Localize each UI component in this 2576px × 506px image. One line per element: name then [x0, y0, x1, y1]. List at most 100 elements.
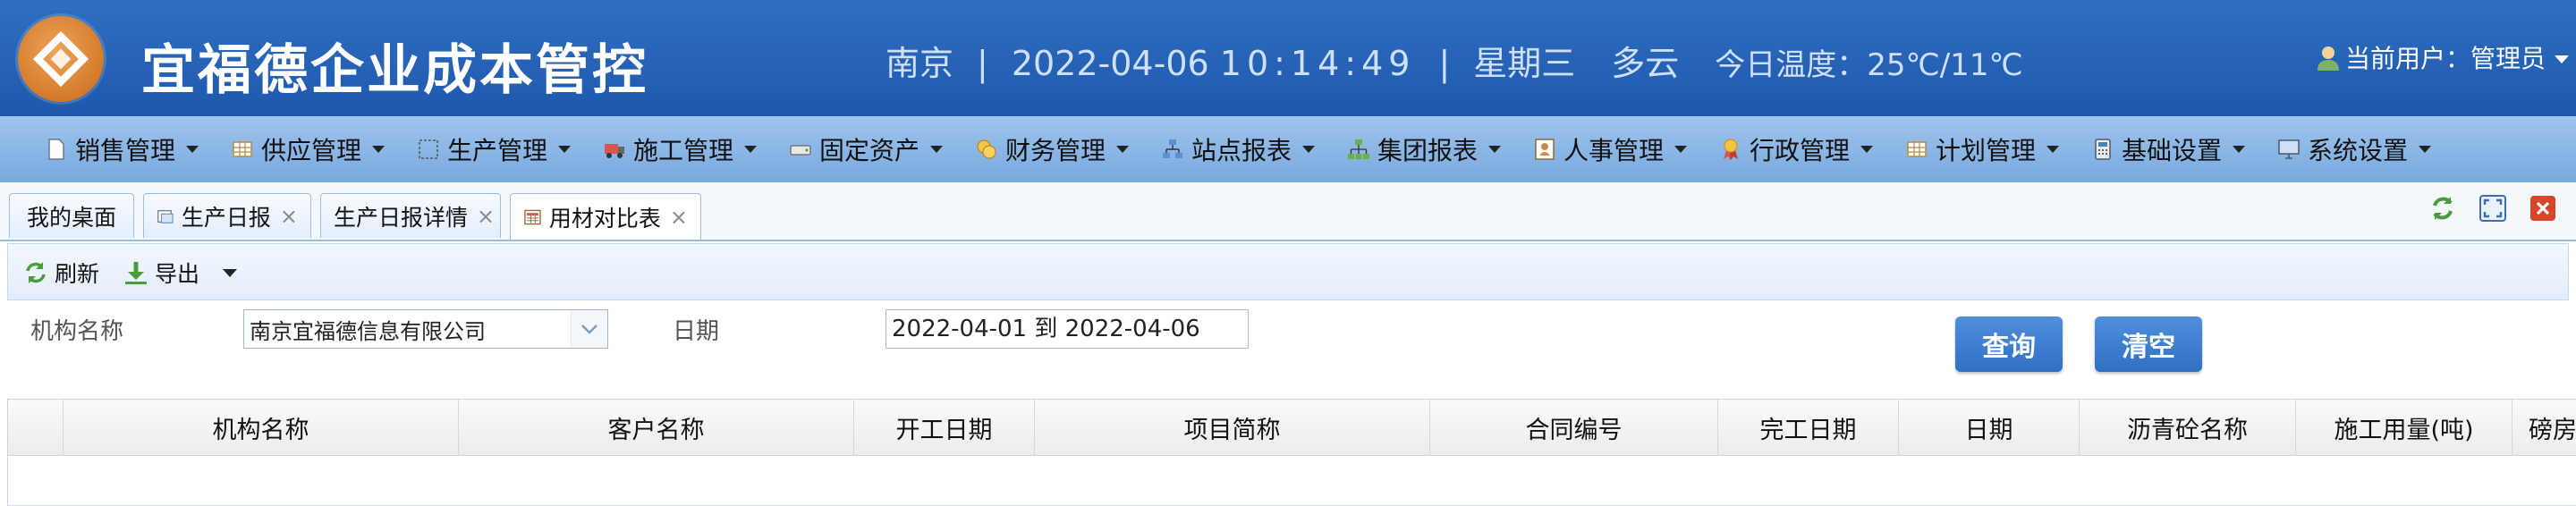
- monitor-icon: [2278, 139, 2300, 159]
- tab-bar: 我的桌面 生产日报 × 生产日报详情 × 用材对比表 ×: [0, 182, 2576, 241]
- tab-label: 我的桌面: [26, 204, 116, 231]
- close-icon[interactable]: ×: [477, 204, 495, 229]
- close-icon[interactable]: ×: [670, 205, 688, 230]
- column-header[interactable]: 日期: [1899, 400, 2080, 455]
- refresh-button[interactable]: 刷新: [22, 257, 99, 289]
- column-header[interactable]: 合同编号: [1430, 400, 1718, 455]
- column-header[interactable]: 客户名称: [459, 400, 854, 455]
- menu-basic-settings[interactable]: 基础设置: [2091, 116, 2246, 182]
- current-user-label: 当前用户：管理员: [2345, 44, 2546, 73]
- toolbar: 刷新 导出: [7, 243, 2569, 300]
- column-header[interactable]: 沥青砼名称: [2080, 400, 2296, 455]
- menu-label: 计划管理: [1936, 136, 2037, 165]
- drive-icon: [790, 145, 811, 156]
- sitemap-icon: [1163, 139, 1182, 158]
- data-grid: 机构名称 客户名称 开工日期 项目简称 合同编号 完工日期 日期 沥青砼名称 施…: [7, 399, 2576, 506]
- org-name-select[interactable]: 南京宜福德信息有限公司: [243, 309, 608, 349]
- info-bar: 南京 | 2022-04-06 10:14:49 | 星期三 多云 今日温度：25℃/11℃: [886, 44, 2023, 83]
- company-logo: [18, 16, 104, 102]
- clear-button[interactable]: 清空: [2095, 316, 2202, 372]
- menu-label: 生产管理: [447, 136, 548, 165]
- tab-label: 生产日报详情: [334, 204, 469, 231]
- chevron-down-icon: [1116, 146, 1130, 153]
- chevron-down-icon: [186, 146, 199, 153]
- chevron-down-icon: [1302, 146, 1316, 153]
- chevron-down-icon: [558, 146, 572, 153]
- menu-supply[interactable]: 供应管理: [231, 116, 386, 182]
- menu-label: 销售管理: [75, 136, 176, 165]
- org-name-label: 机构名称: [30, 318, 124, 345]
- chevron-down-icon: [1860, 146, 1874, 153]
- temperature-label: 今日温度：25℃/11℃: [1715, 47, 2023, 83]
- menu-group-reports[interactable]: 集团报表: [1347, 116, 1502, 182]
- menu-label: 系统设置: [2308, 136, 2409, 165]
- current-user-menu[interactable]: 当前用户：管理员: [2317, 39, 2570, 75]
- menu-label: 供应管理: [261, 136, 362, 165]
- calculator-icon: [2095, 139, 2111, 160]
- column-header[interactable]: 磅房: [2512, 400, 2576, 455]
- menu-sales[interactable]: 销售管理: [45, 116, 199, 182]
- time-label: 10:14:49: [1219, 44, 1416, 83]
- menu-production[interactable]: 生产管理: [417, 116, 572, 182]
- report-icon: [157, 209, 174, 223]
- weather-label: 多云: [1611, 44, 1680, 83]
- export-button[interactable]: 导出: [123, 257, 238, 289]
- close-icon[interactable]: ×: [280, 204, 298, 229]
- app-title: 宜福德企业成本管控: [141, 39, 648, 102]
- document-icon: [48, 139, 64, 160]
- tab-material-comparison[interactable]: 用材对比表 ×: [510, 193, 701, 240]
- table-icon: [1907, 141, 1927, 157]
- close-all-icon[interactable]: [2528, 193, 2558, 223]
- tab-production-daily-detail[interactable]: 生产日报详情 ×: [320, 193, 501, 238]
- export-label: 导出: [155, 261, 200, 287]
- menu-planning[interactable]: 计划管理: [1905, 116, 2060, 182]
- id-card-icon: [1535, 139, 1555, 160]
- chevron-down-icon: [2555, 55, 2570, 63]
- menu-label: 施工管理: [633, 136, 734, 165]
- menu-site-reports[interactable]: 站点报表: [1161, 116, 1316, 182]
- chevron-down-icon: [2046, 146, 2060, 153]
- chevron-down-icon: [223, 268, 238, 277]
- column-header[interactable]: 完工日期: [1718, 400, 1899, 455]
- tab-tools: [2408, 193, 2558, 229]
- menu-label: 集团报表: [1377, 136, 1479, 165]
- menu-admin[interactable]: 行政管理: [1719, 116, 1874, 182]
- city-label: 南京: [886, 44, 954, 83]
- user-icon: [2318, 46, 2339, 71]
- menu-finance[interactable]: 财务管理: [975, 116, 1130, 182]
- column-header[interactable]: 项目简称: [1035, 400, 1430, 455]
- refresh-icon: [26, 262, 46, 283]
- query-button[interactable]: 查询: [1955, 316, 2063, 372]
- fullscreen-icon[interactable]: [2478, 193, 2508, 223]
- menu-label: 站点报表: [1191, 136, 1292, 165]
- report-table-icon: [524, 209, 541, 224]
- org-name-value: 南京宜福德信息有限公司: [250, 318, 486, 344]
- tab-production-daily[interactable]: 生产日报 ×: [143, 193, 311, 238]
- chevron-down-icon: [1488, 146, 1502, 153]
- menu-label: 基础设置: [2122, 136, 2223, 165]
- select-icon: [419, 139, 438, 159]
- column-header[interactable]: 施工用量(吨): [2296, 400, 2512, 455]
- menu-label: 固定资产: [819, 136, 920, 165]
- refresh-icon[interactable]: [2428, 193, 2458, 223]
- chevron-down-icon: [1674, 146, 1688, 153]
- grid-icon: [233, 141, 252, 157]
- date-range-input[interactable]: 2022-04-01 到 2022-04-06: [886, 309, 1249, 349]
- menu-construction[interactable]: 施工管理: [603, 116, 758, 182]
- menu-label: 人事管理: [1563, 136, 1665, 165]
- tab-label: 用材对比表: [548, 205, 661, 232]
- chevron-down-icon: [2419, 146, 2432, 153]
- chevron-down-icon: [2233, 146, 2246, 153]
- menu-label: 行政管理: [1750, 136, 1851, 165]
- column-header[interactable]: 机构名称: [64, 400, 459, 455]
- tab-label: 生产日报: [181, 204, 271, 231]
- coins-icon: [977, 139, 996, 159]
- truck-icon: [605, 144, 624, 158]
- menu-fixed-assets[interactable]: 固定资产: [789, 116, 944, 182]
- menu-hr[interactable]: 人事管理: [1533, 116, 1688, 182]
- menu-system-settings[interactable]: 系统设置: [2277, 116, 2432, 182]
- tab-my-desktop[interactable]: 我的桌面: [9, 193, 134, 238]
- chevron-down-icon[interactable]: [571, 310, 607, 348]
- column-header[interactable]: 开工日期: [854, 400, 1035, 455]
- date-label: 2022-04-06: [1011, 44, 1209, 83]
